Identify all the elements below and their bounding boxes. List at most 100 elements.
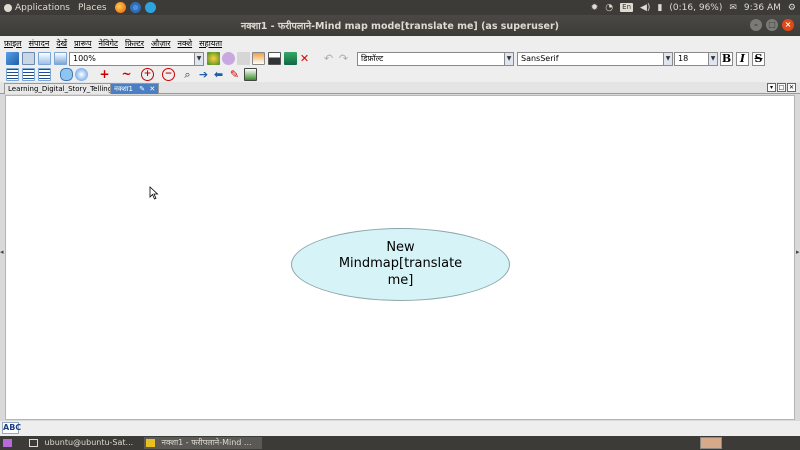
menu-edit[interactable]: संपादन	[29, 38, 50, 49]
volume-icon[interactable]: ◀)	[640, 3, 650, 13]
menu-maps[interactable]: नक्शे	[178, 38, 193, 49]
main-toolbar: 100% ▼ ✕ ↶ ↷ डिफ़ॉल्ट ▼ SansSerif ▼ 18 ▼…	[0, 50, 800, 67]
menu-tools[interactable]: औज़ार	[151, 38, 170, 49]
keyboard-layout-indicator[interactable]: En	[620, 3, 634, 12]
places-menu[interactable]: Places	[78, 3, 107, 13]
applications-label: Applications	[15, 2, 70, 13]
align-left-icon[interactable]	[6, 68, 19, 81]
font-size-value: 18	[678, 54, 689, 63]
delete-icon[interactable]: ✕	[298, 52, 311, 65]
task-terminal[interactable]: ubuntu@ubuntu-Sat...	[27, 437, 143, 449]
mail-icon[interactable]: ✉	[729, 3, 737, 13]
clock[interactable]: 9:36 AM	[744, 3, 781, 13]
task-freeplane[interactable]: नक्शा1 - फरीपलाने-Mind ...	[144, 437, 262, 449]
pin-icon[interactable]: ✎	[228, 68, 241, 81]
arrow-right-icon[interactable]: ➔	[197, 68, 210, 81]
strikethrough-button[interactable]: S	[752, 52, 765, 66]
tab-list-icon[interactable]: ▾	[767, 83, 776, 92]
node-color-icon[interactable]	[75, 68, 88, 81]
mind-map-canvas[interactable]: New Mindmap[translate me]	[5, 95, 795, 420]
add-link-icon[interactable]: +	[98, 68, 111, 81]
zoom-in-icon[interactable]: +	[141, 68, 154, 81]
menu-view[interactable]: देखें	[56, 38, 67, 49]
root-node[interactable]: New Mindmap[translate me]	[291, 228, 510, 301]
menu-navigate[interactable]: नेविगेट	[99, 38, 119, 49]
chevron-down-icon[interactable]: ▼	[708, 53, 717, 65]
chevron-down-icon[interactable]: ▼	[504, 53, 513, 65]
redo-icon[interactable]: ↷	[337, 52, 350, 65]
show-desktop-icon[interactable]	[3, 439, 12, 447]
secondary-toolbar: + ~ + − ⌕ ➔ ⬅ ✎	[0, 67, 800, 82]
font-family-value: SansSerif	[521, 54, 559, 63]
cloud-icon[interactable]	[60, 68, 73, 81]
open-map-icon[interactable]	[54, 52, 67, 65]
undo-icon[interactable]: ↶	[322, 52, 335, 65]
tab-label: नक्शा1	[114, 85, 133, 93]
close-tab-icon[interactable]: ✕	[149, 85, 155, 93]
print-icon[interactable]	[268, 52, 281, 65]
menu-format[interactable]: प्रारूप	[74, 38, 91, 49]
font-family-select[interactable]: SansSerif ▼	[517, 52, 673, 66]
telegram-icon[interactable]	[144, 2, 156, 13]
close-button[interactable]: ×	[782, 19, 794, 31]
mouse-cursor-icon	[149, 186, 159, 200]
tab-map1[interactable]: नक्शा1 ✎ ✕	[110, 83, 160, 94]
remove-link-icon[interactable]: ~	[120, 68, 133, 81]
mail-link-icon[interactable]	[222, 52, 235, 65]
battery-icon[interactable]: ▮	[657, 3, 662, 13]
top-panel: Applications Places ✹ ◔ En ◀) ▮ (0:16, 9…	[0, 0, 800, 15]
window-title: नक्शा1 - फरीपलाने-Mind map mode[translat…	[240, 21, 560, 32]
zoom-out-icon[interactable]: −	[162, 68, 175, 81]
copy-icon[interactable]	[252, 52, 265, 65]
root-node-text: New Mindmap[translate me]	[338, 239, 463, 288]
minimize-button[interactable]: –	[750, 19, 762, 31]
window-controls: – □ ×	[750, 19, 794, 31]
map-tab-bar: Learning_Digital_Story_Telling नक्शा1 ✎ …	[0, 82, 800, 94]
new-map-icon[interactable]	[38, 52, 51, 65]
freeplane-icon	[146, 438, 155, 447]
applications-menu[interactable]: Applications	[4, 3, 70, 13]
places-label: Places	[77, 2, 107, 13]
menu-file[interactable]: फ़ाइल	[4, 38, 22, 49]
chevron-down-icon[interactable]: ▼	[194, 53, 203, 65]
font-size-select[interactable]: 18 ▼	[674, 52, 718, 66]
tab-window-controls: ▾ □ ✕	[767, 83, 796, 92]
chromium-icon[interactable]	[129, 2, 141, 13]
attribute-icon[interactable]	[244, 68, 257, 81]
window-title-bar[interactable]: नक्शा1 - फरीपलाने-Mind map mode[translat…	[0, 15, 800, 36]
spellcheck-icon[interactable]: ABC	[2, 422, 21, 434]
status-bar: ABC	[0, 421, 800, 436]
chevron-down-icon[interactable]: ▼	[663, 53, 672, 65]
menu-filter[interactable]: फ़िल्टर	[125, 38, 144, 49]
tab-maximize-icon[interactable]: □	[777, 83, 786, 92]
wifi-icon[interactable]: ◔	[605, 3, 613, 13]
image-icon[interactable]	[237, 52, 250, 65]
firefox-icon[interactable]	[114, 2, 126, 13]
tab-learning-digital-story-telling[interactable]: Learning_Digital_Story_Telling	[4, 83, 117, 94]
zoom-select[interactable]: 100% ▼	[69, 52, 204, 66]
back-icon[interactable]	[6, 52, 19, 65]
bold-button[interactable]: B	[720, 52, 733, 66]
tab-close-icon[interactable]: ✕	[787, 83, 796, 92]
power-icon[interactable]: ⚙	[788, 3, 796, 13]
ubuntu-logo-icon	[4, 3, 12, 12]
battery-status: (0:16, 96%)	[669, 2, 723, 13]
style-select[interactable]: डिफ़ॉल्ट ▼	[357, 52, 514, 66]
brightness-icon[interactable]: ✹	[591, 3, 599, 13]
align-center-icon[interactable]	[22, 68, 35, 81]
align-right-icon[interactable]	[38, 68, 51, 81]
task-terminal-label: ubuntu@ubuntu-Sat...	[44, 438, 134, 447]
right-collapse-handle[interactable]: ▸	[796, 248, 800, 258]
pin-icon[interactable]: ✎	[139, 85, 145, 93]
workspace-switcher-icon[interactable]	[700, 437, 722, 449]
export-icon[interactable]	[284, 52, 297, 65]
italic-button[interactable]: I	[736, 52, 749, 66]
search-icon[interactable]: ⌕	[181, 68, 194, 81]
forward-icon[interactable]	[22, 52, 35, 65]
left-collapse-handle[interactable]: ◂	[0, 248, 4, 258]
web-icon[interactable]	[207, 52, 220, 65]
task-freeplane-label: नक्शा1 - फरीपलाने-Mind ...	[161, 438, 252, 447]
maximize-button[interactable]: □	[766, 19, 778, 31]
arrow-left-icon[interactable]: ⬅	[212, 68, 225, 81]
menu-help[interactable]: सहायता	[199, 38, 222, 49]
